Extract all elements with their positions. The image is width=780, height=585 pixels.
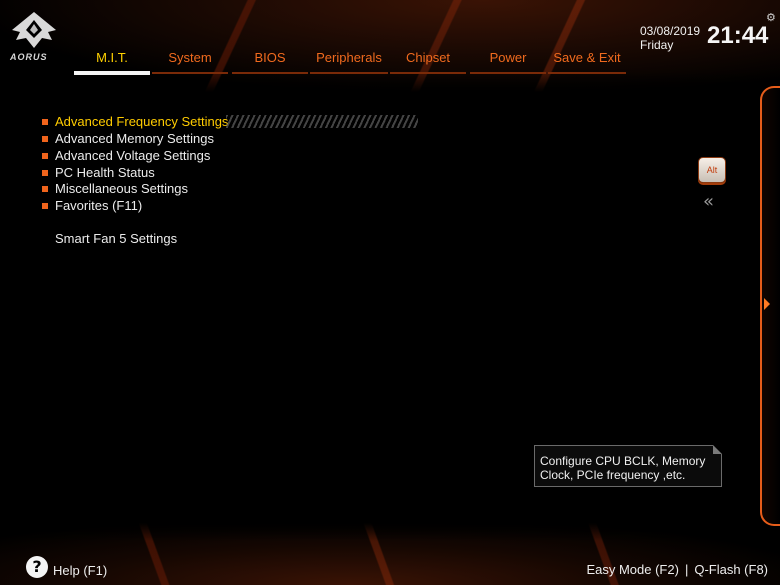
- bullet-icon: [42, 202, 48, 209]
- tab-chipset[interactable]: Chipset: [390, 48, 466, 76]
- menu-item-advanced-voltage[interactable]: Advanced Voltage Settings: [42, 147, 422, 164]
- tab-save-exit[interactable]: Save & Exit: [548, 48, 626, 76]
- footer-separator: |: [684, 562, 689, 577]
- double-chevron-left-icon[interactable]: «: [703, 191, 714, 212]
- clock-display: 21:44: [707, 22, 769, 49]
- help-icon[interactable]: ?: [26, 556, 48, 578]
- tab-bios[interactable]: BIOS: [232, 48, 308, 76]
- menu-item-miscellaneous[interactable]: Miscellaneous Settings: [42, 180, 422, 197]
- menu-item-label: Advanced Memory Settings: [55, 131, 214, 146]
- bullet-icon: [42, 152, 48, 159]
- menu-item-advanced-memory[interactable]: Advanced Memory Settings: [42, 130, 422, 147]
- menu-item-label: PC Health Status: [55, 165, 155, 180]
- menu-item-label: Advanced Frequency Settings: [55, 114, 229, 129]
- menu-item-favorites[interactable]: Favorites (F11): [42, 197, 422, 214]
- footer-actions: Easy Mode (F2) | Q-Flash (F8): [586, 562, 768, 577]
- help-text-line-1: Configure CPU BCLK, Memory: [540, 454, 706, 468]
- menu-item-advanced-frequency[interactable]: Advanced Frequency Settings: [42, 113, 422, 130]
- menu-item-label: Advanced Voltage Settings: [55, 148, 211, 163]
- selection-highlight: [226, 115, 418, 128]
- help-text-line-2: Clock, PCIe frequency ,etc.: [540, 468, 686, 482]
- tab-power[interactable]: Power: [470, 48, 546, 76]
- item-help-box: Configure CPU BCLK, Memory Clock, PCIe f…: [534, 445, 722, 487]
- day-value: Friday: [640, 38, 674, 52]
- date-display: 03/08/2019 Friday: [640, 24, 700, 52]
- bullet-icon: [42, 135, 48, 142]
- side-panel-toggle[interactable]: [760, 86, 780, 526]
- menu-item-pc-health[interactable]: PC Health Status: [42, 164, 422, 181]
- brand-logo-text: AORUS: [10, 52, 48, 62]
- menu-item-smart-fan[interactable]: Smart Fan 5 Settings: [55, 231, 177, 246]
- help-button[interactable]: Help (F1): [53, 563, 107, 578]
- expand-arrow-icon: [764, 298, 770, 310]
- bullet-icon: [42, 169, 48, 176]
- alt-key-button[interactable]: Alt: [698, 157, 726, 183]
- easy-mode-button[interactable]: Easy Mode (F2): [586, 562, 678, 577]
- qflash-button[interactable]: Q-Flash (F8): [694, 562, 768, 577]
- tab-peripherals[interactable]: Peripherals: [310, 48, 388, 76]
- menu-item-label: Miscellaneous Settings: [55, 181, 188, 196]
- bullet-icon: [42, 185, 48, 192]
- gear-icon[interactable]: ⚙: [766, 11, 776, 24]
- date-value: 03/08/2019: [640, 24, 701, 38]
- tab-mit[interactable]: M.I.T.: [74, 48, 150, 76]
- menu-item-label: Favorites (F11): [55, 198, 143, 213]
- tab-system[interactable]: System: [152, 48, 228, 76]
- bullet-icon: [42, 118, 48, 125]
